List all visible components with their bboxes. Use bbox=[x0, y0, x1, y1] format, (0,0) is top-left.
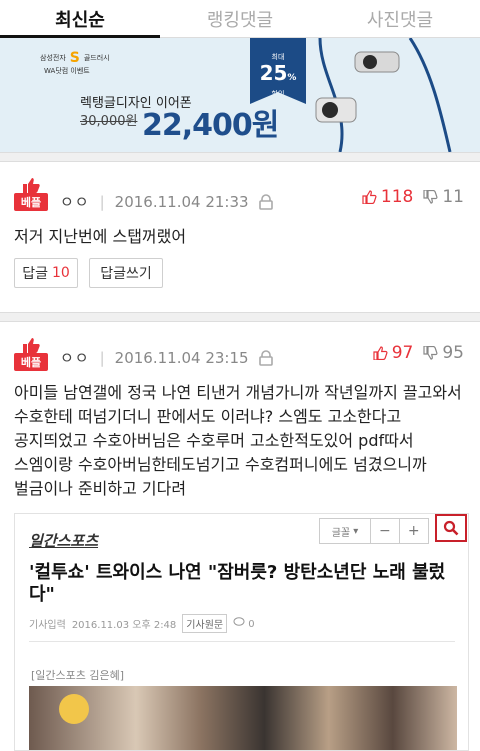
thumbs-up-icon bbox=[23, 338, 40, 353]
thumbs-up-icon bbox=[362, 190, 377, 204]
thumbs-up-icon bbox=[23, 178, 40, 193]
replies-button[interactable]: 답글 10 bbox=[14, 258, 78, 288]
replies-label: 답글 bbox=[22, 266, 48, 282]
article-headline: '컬투쇼' 트와이스 나연 "잠버릇? 방탄소년단 노래 불렀다" bbox=[29, 562, 446, 605]
section-divider bbox=[0, 312, 480, 322]
best-label: 베플 bbox=[14, 193, 48, 211]
font-increase: + bbox=[407, 523, 420, 539]
best-label: 베플 bbox=[14, 353, 48, 371]
downvote-button[interactable]: 95 bbox=[423, 343, 464, 363]
best-comment-badge: 베플 bbox=[14, 177, 48, 211]
comment-meta: ㅇㅇ | 2016.11.04 23:15 bbox=[60, 347, 273, 368]
downvote-button[interactable]: 11 bbox=[423, 187, 464, 207]
ad-discount-badge: 최대 25% 할인 bbox=[250, 38, 306, 104]
article-date-label: 기사입력 bbox=[29, 620, 66, 631]
comment-item: 베플 ㅇㅇ | 2016.11.04 21:33 118 11 저거 지난번에 … bbox=[0, 163, 480, 313]
tab-latest[interactable]: 최신순 bbox=[0, 0, 160, 38]
magnifier-icon bbox=[443, 520, 459, 536]
article-byline: [일간스포츠 김은혜] bbox=[31, 669, 125, 682]
comment-nickname[interactable]: ㅇㅇ bbox=[60, 347, 90, 368]
comment-date: 2016.11.04 23:15 bbox=[114, 348, 249, 367]
ad-badge-sale: 할인 bbox=[271, 90, 285, 98]
comment-meta: ㅇㅇ | 2016.11.04 21:33 bbox=[60, 191, 273, 212]
report-icon[interactable] bbox=[258, 349, 273, 366]
original-article-label: 기사원문 bbox=[182, 614, 228, 633]
comment-text: 아미들 남연갤에 정국 나연 티낸거 개념가니까 작년일까지 끌고와서 수호한테… bbox=[14, 383, 462, 498]
upvote-button[interactable]: 118 bbox=[362, 187, 413, 207]
speech-bubble-icon bbox=[233, 617, 245, 626]
ad-badge-pct-value: 25 bbox=[259, 61, 288, 85]
comment-text: 저거 지난번에 스탭꺼랬어 bbox=[14, 227, 187, 246]
meta-separator: | bbox=[99, 348, 105, 367]
search-icon bbox=[435, 514, 467, 542]
ad-banner[interactable]: 삼성전자 S 골드러시 WA닷컴 이벤트 최대 25% 할인 렉탱글디자인 이어… bbox=[0, 38, 480, 152]
report-icon[interactable] bbox=[258, 193, 273, 210]
font-decrease: − bbox=[371, 519, 400, 543]
news-logo: 일간스포츠 bbox=[29, 532, 99, 550]
article-date: 2016.11.03 오후 2:48 bbox=[71, 620, 177, 631]
section-divider bbox=[0, 152, 480, 162]
ad-old-price: 30,000원 bbox=[80, 114, 138, 129]
sticker-icon bbox=[59, 694, 89, 724]
divider bbox=[29, 641, 455, 642]
sort-tabs: 최신순 랭킹댓글 사진댓글 bbox=[0, 0, 480, 38]
tab-ranking[interactable]: 랭킹댓글 bbox=[160, 0, 320, 37]
comment-item: 베플 ㅇㅇ | 2016.11.04 23:15 97 95 아미들 남연갤에 … bbox=[0, 323, 480, 513]
vote-buttons: 118 11 bbox=[362, 187, 464, 207]
font-select: 글꼴 ▾ bbox=[320, 519, 372, 543]
article-meta: 기사입력 2016.11.03 오후 2:48 기사원문 0 bbox=[29, 614, 255, 633]
comment-count: 0 bbox=[233, 617, 255, 630]
vote-buttons: 97 95 bbox=[373, 343, 464, 363]
upvote-count: 118 bbox=[380, 187, 414, 207]
downvote-count: 95 bbox=[442, 343, 464, 363]
comment-date: 2016.11.04 21:33 bbox=[114, 192, 249, 211]
ad-brand-event: WA닷컴 이벤트 bbox=[44, 67, 90, 75]
downvote-count: 11 bbox=[442, 187, 464, 207]
font-select-label: 글꼴 bbox=[331, 527, 351, 539]
thumbs-down-icon bbox=[423, 346, 438, 360]
comment-nickname[interactable]: ㅇㅇ bbox=[60, 191, 90, 212]
ad-badge-max: 최대 bbox=[271, 53, 285, 61]
thumbs-down-icon bbox=[423, 190, 438, 204]
earphone-image bbox=[315, 38, 452, 152]
font-size-tools: 글꼴 ▾ − + bbox=[319, 518, 429, 544]
ad-brand-suffix: 골드러시 bbox=[83, 54, 110, 62]
best-comment-badge: 베플 bbox=[14, 337, 48, 371]
comment-attached-image[interactable]: 일간스포츠 글꼴 ▾ − + '컬투쇼' 트와이스 나연 "잠버릇? 방탄소년단… bbox=[14, 513, 469, 751]
write-reply-button[interactable]: 답글쓰기 bbox=[89, 258, 163, 288]
ad-brand-s-logo: S bbox=[69, 50, 80, 66]
tab-photo[interactable]: 사진댓글 bbox=[320, 0, 480, 37]
ad-badge-pct: 25% bbox=[250, 62, 306, 89]
upvote-count: 97 bbox=[391, 343, 414, 363]
ad-new-price: 22,400원 bbox=[142, 108, 279, 143]
ad-brand: 삼성전자 S 골드러시 bbox=[40, 50, 110, 66]
ad-badge-pct-unit: % bbox=[287, 73, 297, 83]
upvote-button[interactable]: 97 bbox=[373, 343, 414, 363]
replies-count: 10 bbox=[51, 265, 70, 281]
thumbs-up-icon bbox=[373, 346, 388, 360]
ad-brand-name: 삼성전자 bbox=[40, 54, 66, 62]
article-photo bbox=[29, 686, 457, 750]
meta-separator: | bbox=[99, 192, 105, 211]
article-comment-count: 0 bbox=[248, 619, 255, 630]
